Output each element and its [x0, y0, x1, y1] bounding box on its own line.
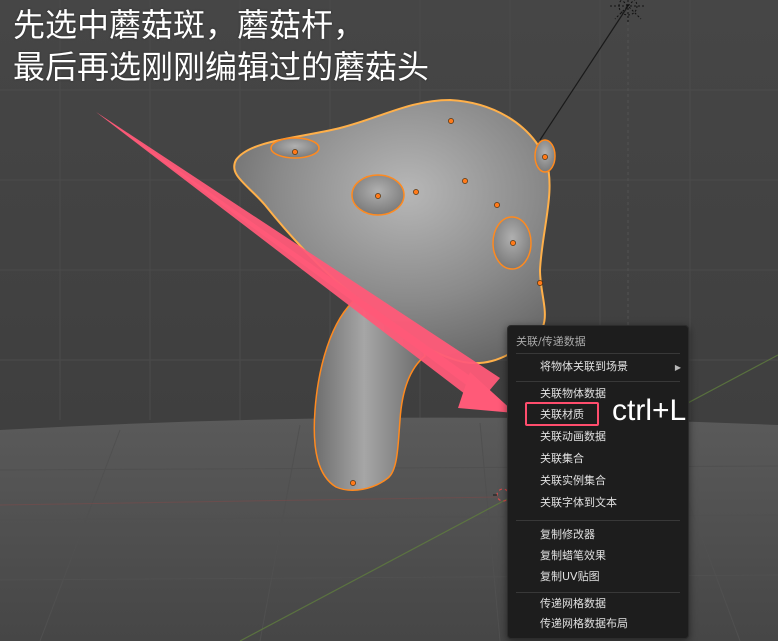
menu-divider — [516, 381, 680, 382]
menu-item-link-instance-collections[interactable]: 关联实例集合 — [540, 471, 606, 491]
caption-line-2: 最后再选刚刚编辑过的蘑菇头 — [13, 48, 430, 86]
menu-title: 关联/传递数据 — [516, 335, 586, 348]
menu-item-link-fonts-to-text[interactable]: 关联字体到文本 — [540, 493, 617, 513]
menu-divider — [516, 353, 680, 354]
3d-viewport[interactable]: 先选中蘑菇斑，蘑菇杆， 最后再选刚刚编辑过的蘑菇头 关联/传递数据 将物体关联到… — [0, 0, 778, 641]
chevron-right-icon: ▶ — [674, 363, 681, 372]
menu-divider — [516, 520, 680, 521]
shortcut-label: ctrl+L — [612, 394, 687, 427]
menu-item-copy-uv-maps[interactable]: 复制UV贴图 — [540, 567, 600, 587]
caption-line-1: 先选中蘑菇斑，蘑菇杆， — [13, 6, 366, 44]
menu-item-copy-modifiers[interactable]: 复制修改器 — [540, 525, 595, 545]
menu-item-transfer-mesh-data[interactable]: 传递网格数据 — [540, 594, 606, 614]
menu-item-link-objects-to-scene[interactable]: 将物体关联到场景 — [540, 357, 628, 377]
menu-divider — [516, 592, 680, 593]
menu-item-link-animation-data[interactable]: 关联动画数据 — [540, 427, 606, 447]
menu-item-copy-grease-pencil-effects[interactable]: 复制蜡笔效果 — [540, 546, 606, 566]
menu-item-link-collections[interactable]: 关联集合 — [540, 449, 584, 469]
menu-item-link-object-data[interactable]: 关联物体数据 — [540, 384, 606, 404]
highlight-box — [525, 402, 599, 426]
link-transfer-data-menu[interactable]: 关联/传递数据 将物体关联到场景 ▶ 关联物体数据 关联材质 关联动画数据 关联… — [507, 325, 689, 639]
tutorial-caption: 先选中蘑菇斑，蘑菇杆， 最后再选刚刚编辑过的蘑菇头 — [13, 4, 533, 88]
menu-item-transfer-mesh-data-layout[interactable]: 传递网格数据布局 — [540, 614, 628, 634]
